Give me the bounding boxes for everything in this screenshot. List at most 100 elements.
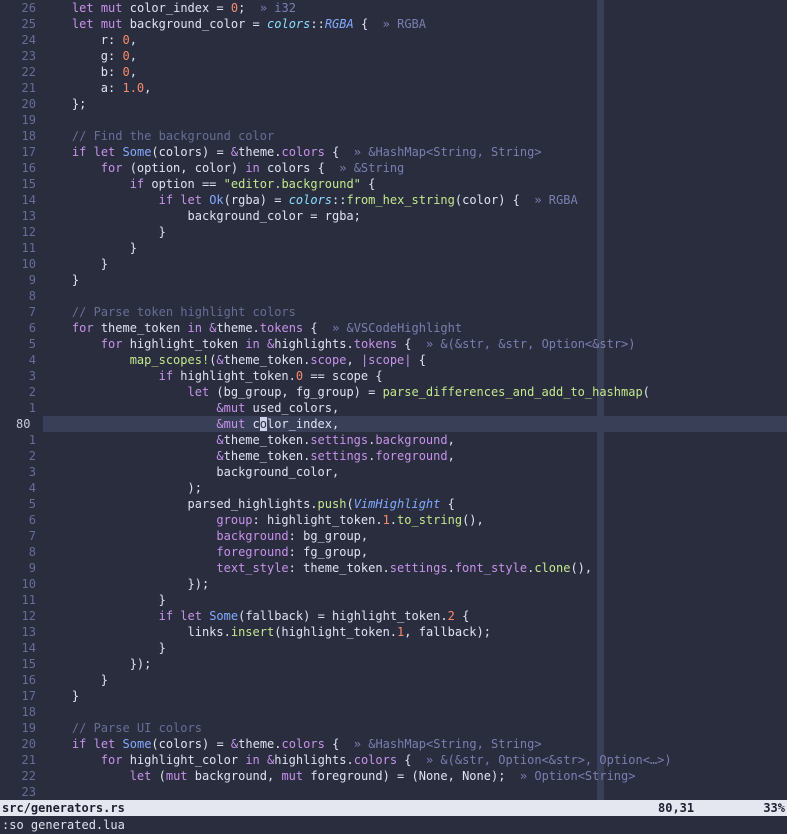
code-line[interactable]: 3 background_color,: [0, 464, 787, 480]
code-line[interactable]: 2 let (bg_group, fg_group) = parse_diffe…: [0, 384, 787, 400]
code-token: colors {: [259, 161, 340, 175]
line-number: 14: [21, 641, 36, 655]
code-line[interactable]: 26 let mut color_index = 0; » i32: [0, 0, 787, 16]
code-line[interactable]: 16 }: [0, 672, 787, 688]
line-code: g: 0,: [43, 48, 137, 64]
code-token: let: [93, 145, 116, 159]
line-number: 10: [21, 577, 36, 591]
inlay-type-hint: » &HashMap<String, String>: [353, 145, 542, 159]
line-code: map_scopes!(&theme_token.scope, |scope| …: [43, 352, 426, 368]
line-code: for theme_token in &theme.tokens { » &VS…: [43, 320, 462, 336]
code-token: g:: [43, 49, 123, 63]
code-line[interactable]: 1 &theme_token.settings.background,: [0, 432, 787, 448]
code-editor[interactable]: 26 let mut color_index = 0; » i32 25 let …: [0, 0, 787, 800]
code-line[interactable]: 20 if let Some(colors) = &theme.colors {…: [0, 736, 787, 752]
code-line[interactable]: 3 if highlight_token.0 == scope {: [0, 368, 787, 384]
code-line[interactable]: 16 for (option, color) in colors { » &St…: [0, 160, 787, 176]
code-token: settings: [310, 449, 369, 463]
code-token: background: [216, 529, 289, 543]
code-line[interactable]: 4 map_scopes!(&theme_token.scope, |scope…: [0, 352, 787, 368]
line-number: 1: [28, 433, 36, 447]
inlay-type-hint: » &String: [339, 161, 405, 175]
line-number: 8: [28, 545, 36, 559]
code-token: }: [43, 641, 166, 655]
code-token: ,: [144, 81, 152, 95]
code-token: {: [411, 353, 426, 367]
line-code: if let Some(fallback) = highlight_token.…: [43, 608, 470, 624]
line-code: // Find the background color: [43, 128, 274, 144]
code-line[interactable]: 11 }: [0, 592, 787, 608]
code-line[interactable]: 9 text_style: theme_token.settings.font_…: [0, 560, 787, 576]
code-line[interactable]: 22 b: 0,: [0, 64, 787, 80]
code-line[interactable]: 7 background: bg_group,: [0, 528, 787, 544]
command-line[interactable]: :so generated.lua: [0, 816, 787, 834]
code-line[interactable]: 12 }: [0, 224, 787, 240]
code-line[interactable]: 18: [0, 704, 787, 720]
code-line[interactable]: 17 if let Some(colors) = &theme.colors {…: [0, 144, 787, 160]
code-line[interactable]: 19 // Parse UI colors: [0, 720, 787, 736]
code-line[interactable]: 11 }: [0, 240, 787, 256]
code-line[interactable]: 6 for theme_token in &theme.tokens { » &…: [0, 320, 787, 336]
code-line[interactable]: 9 }: [0, 272, 787, 288]
code-token: : fg_group,: [288, 545, 369, 559]
code-line[interactable]: 23 g: 0,: [0, 48, 787, 64]
inlay-type-hint: » &HashMap<String, String>: [353, 737, 542, 751]
code-line[interactable]: 4 );: [0, 480, 787, 496]
line-code: if highlight_token.0 == scope {: [43, 368, 383, 384]
code-lines[interactable]: 26 let mut color_index = 0; » i32 25 let …: [0, 0, 787, 800]
code-line[interactable]: 14 if let Ok(rgba) = colors::from_hex_st…: [0, 192, 787, 208]
code-line[interactable]: 25 let mut background_color = colors::RG…: [0, 16, 787, 32]
status-file-name: src/generators.rs: [2, 801, 125, 815]
code-line[interactable]: 12 if let Some(fallback) = highlight_tok…: [0, 608, 787, 624]
line-number: 17: [21, 145, 36, 159]
code-line[interactable]: 6 group: highlight_token.1.to_string(),: [0, 512, 787, 528]
line-number: 3: [28, 369, 36, 383]
code-token: highlights.: [274, 337, 354, 351]
line-number: 5: [28, 497, 36, 511]
line-number: 20: [21, 737, 36, 751]
code-line[interactable]: 15 if option == "editor.background" {: [0, 176, 787, 192]
code-token: map_scopes!: [129, 353, 210, 367]
code-line[interactable]: 23: [0, 784, 787, 800]
code-token: }: [43, 257, 109, 271]
code-line[interactable]: 22 let (mut background, mut foreground) …: [0, 768, 787, 784]
code-line[interactable]: 24 r: 0,: [0, 32, 787, 48]
code-token: colors: [267, 17, 311, 31]
code-line[interactable]: 15 });: [0, 656, 787, 672]
code-line[interactable]: 18 // Find the background color: [0, 128, 787, 144]
line-number: 12: [21, 225, 36, 239]
code-line[interactable]: 10 }: [0, 256, 787, 272]
code-line[interactable]: 7 // Parse token highlight colors: [0, 304, 787, 320]
code-line[interactable]: 21 for highlight_color in &highlights.co…: [0, 752, 787, 768]
code-line[interactable]: 14 }: [0, 640, 787, 656]
code-line[interactable]: 5 parsed_highlights.push(VimHighlight {: [0, 496, 787, 512]
code-token: VimHighlight: [353, 497, 441, 511]
code-token: };: [43, 97, 87, 111]
code-line[interactable]: 17 }: [0, 688, 787, 704]
code-line[interactable]: 19: [0, 112, 787, 128]
code-line[interactable]: 13 background_color = rgba;: [0, 208, 787, 224]
code-line[interactable]: 10 });: [0, 576, 787, 592]
line-code: parsed_highlights.push(VimHighlight {: [43, 496, 454, 512]
code-token: theme_token.: [223, 449, 311, 463]
code-line[interactable]: 8 foreground: fg_group,: [0, 544, 787, 560]
line-code: // Parse UI colors: [43, 720, 202, 736]
line-code: group: highlight_token.1.to_string(),: [43, 512, 483, 528]
code-line[interactable]: 8: [0, 288, 787, 304]
code-line-current[interactable]: 80 &mut color_index,: [0, 416, 787, 432]
code-line[interactable]: 1 &mut used_colors,: [0, 400, 787, 416]
line-code: &mut used_colors,: [43, 400, 339, 416]
code-token: == scope {: [303, 369, 383, 383]
code-token: if: [71, 145, 87, 159]
code-line[interactable]: 20 };: [0, 96, 787, 112]
line-number: 12: [21, 609, 36, 623]
code-line[interactable]: 13 links.insert(highlight_token.1, fallb…: [0, 624, 787, 640]
line-number: 18: [21, 129, 36, 143]
code-line[interactable]: 2 &theme_token.settings.foreground,: [0, 448, 787, 464]
code-line[interactable]: 5 for highlight_token in &highlights.tok…: [0, 336, 787, 352]
code-line[interactable]: 21 a: 1.0,: [0, 80, 787, 96]
code-token: theme_token: [93, 321, 188, 335]
code-token: (: [346, 497, 354, 511]
